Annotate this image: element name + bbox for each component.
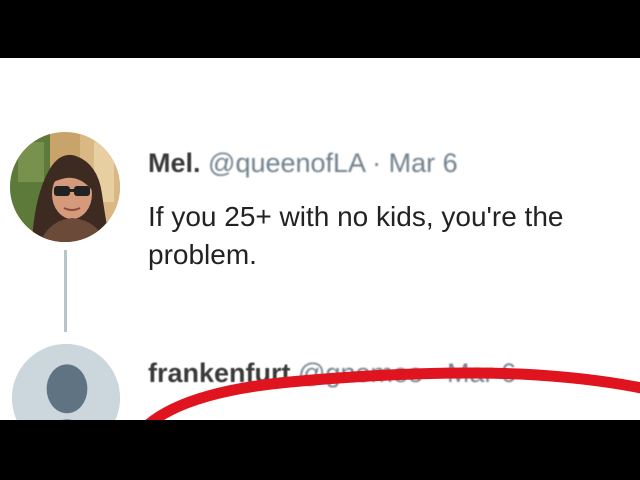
screenshot-stage: Mel. @queenofLA · Mar 6 If you 25+ with … [0,0,640,480]
handle[interactable]: @gnomeo [298,358,423,388]
tweet-text: If you 25+ with no kids, you're the prob… [148,201,564,270]
tweet-text-cropped [150,406,640,420]
tweet-thread-viewport[interactable]: Mel. @queenofLA · Mar 6 If you 25+ with … [0,58,640,420]
avatar[interactable] [10,132,120,242]
letterbox-bottom [0,420,640,480]
separator: · [430,358,440,388]
handle[interactable]: @queenofLA [208,148,365,178]
display-name[interactable]: frankenfurt [148,358,291,388]
avatar[interactable] [12,344,120,420]
tweet-header: frankenfurt @gnomeo · Mar 6 [148,356,516,390]
timestamp[interactable]: Mar 6 [447,358,516,388]
separator: · [372,148,382,178]
default-profile-silhouette-icon [12,344,120,420]
timestamp[interactable]: Mar 6 [389,148,458,178]
thread-connector-line [64,250,67,332]
woman-with-glasses-photo-icon [10,132,120,242]
display-name[interactable]: Mel. [148,148,201,178]
tweet-header: Mel. @queenofLA · Mar 6 [148,146,458,180]
letterbox-top [0,0,640,58]
